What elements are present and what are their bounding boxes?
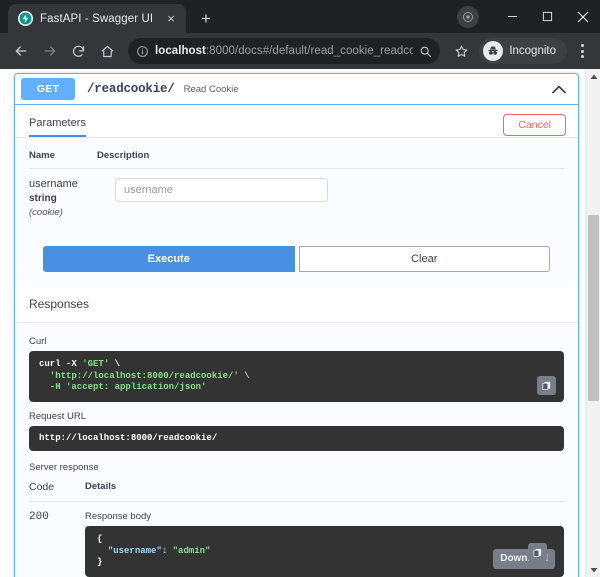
maximize-icon[interactable] — [530, 0, 565, 33]
scrollbar-thumb[interactable] — [588, 215, 599, 401]
window-close-icon[interactable] — [565, 0, 600, 33]
parameters-section: Name Description username string (cookie… — [15, 138, 578, 286]
parameters-table-header: Name Description — [29, 150, 564, 168]
responses-heading: Responses — [15, 286, 578, 323]
page-scrollbar[interactable] — [585, 69, 600, 577]
response-row: 200 Response body { "username": "admin" … — [29, 502, 564, 577]
request-url-label: Request URL — [29, 411, 564, 426]
curl-line3: -H 'accept: application/json' — [39, 382, 206, 392]
response-details: Response body { "username": "admin" } Do… — [85, 511, 564, 577]
swagger-operation-block: GET /readcookie/ Read Cookie Parameters … — [14, 73, 579, 577]
url-path: :8000/docs#/default/read_cookie_readcook… — [206, 45, 413, 57]
navigation-toolbar: localhost:8000/docs#/default/read_cookie… — [0, 33, 600, 69]
incognito-label: Incognito — [509, 45, 556, 57]
column-header-code: Code — [29, 481, 85, 493]
info-circle-icon[interactable] — [136, 45, 149, 58]
operation-summary-text: Read Cookie — [184, 84, 239, 95]
curl-line1-method: 'GET' — [82, 359, 109, 369]
action-buttons-row: Execute Clear — [29, 220, 564, 286]
three-dot-menu-icon[interactable] — [571, 37, 593, 65]
profile-avatar[interactable] — [457, 6, 479, 28]
tab-title: FastAPI - Swagger UI — [40, 13, 156, 25]
address-bar[interactable]: localhost:8000/docs#/default/read_cookie… — [128, 38, 440, 64]
incognito-icon — [483, 41, 503, 61]
tab-parameters[interactable]: Parameters — [29, 117, 86, 137]
curl-line2: 'http://localhost:8000/readcookie/' \ — [39, 371, 250, 381]
cancel-button[interactable]: Cancel — [503, 114, 566, 136]
parameter-location: (cookie) — [29, 206, 97, 220]
request-url-block: http://localhost:8000/readcookie/ — [29, 426, 564, 452]
chevron-up-icon[interactable] — [552, 85, 568, 94]
scroll-up-arrow-icon[interactable] — [586, 69, 600, 84]
column-header-description: Description — [97, 150, 564, 161]
curl-code-block: curl -X 'GET' \ 'http://localhost:8000/r… — [29, 351, 564, 402]
copy-clipboard-icon[interactable] — [537, 376, 556, 395]
browser-window: FastAPI - Swagger UI × + — [0, 0, 600, 577]
response-body-actions: Download — [493, 549, 555, 569]
incognito-indicator[interactable]: Incognito — [479, 38, 567, 64]
address-bar-url[interactable]: localhost:8000/docs#/default/read_cookie… — [155, 45, 413, 57]
forward-arrow-icon[interactable] — [36, 38, 63, 65]
parameters-tab-row: Parameters Cancel — [15, 105, 578, 138]
page-viewport: GET /readcookie/ Read Cookie Parameters … — [0, 69, 600, 577]
browser-tab[interactable]: FastAPI - Swagger UI × — [8, 4, 186, 33]
json-open-brace: { — [97, 534, 102, 544]
tab-strip: FastAPI - Swagger UI × + — [0, 0, 600, 33]
response-status-code: 200 — [29, 511, 85, 577]
json-close-brace: } — [97, 557, 102, 567]
swagger-ui-page: GET /readcookie/ Read Cookie Parameters … — [0, 69, 585, 577]
responses-section: Curl curl -X 'GET' \ 'http://localhost:8… — [15, 323, 578, 577]
http-method-badge: GET — [21, 78, 75, 100]
parameter-input-wrap — [97, 177, 564, 220]
json-key: "username" — [108, 546, 162, 556]
bookmark-star-icon[interactable] — [449, 39, 473, 63]
curl-line1-tail: \ — [109, 359, 120, 369]
parameter-name: username — [29, 177, 97, 191]
operation-path: /readcookie/ — [87, 82, 175, 96]
minimize-icon[interactable] — [495, 0, 530, 33]
back-arrow-icon[interactable] — [7, 38, 34, 65]
response-body-block: { "username": "admin" } Download — [85, 526, 564, 577]
home-icon[interactable] — [94, 38, 121, 65]
parameter-meta: username string (cookie) — [29, 177, 97, 220]
curl-line1-cmd: curl -X — [39, 359, 82, 369]
response-body-label: Response body — [85, 511, 564, 526]
window-controls — [457, 0, 600, 33]
execute-button[interactable]: Execute — [43, 246, 295, 272]
url-host: localhost — [155, 45, 206, 57]
json-sep: : — [162, 546, 173, 556]
close-icon[interactable]: × — [163, 11, 179, 27]
response-table-header: Code Details — [29, 481, 564, 501]
new-tab-button[interactable]: + — [193, 5, 219, 31]
operation-summary[interactable]: GET /readcookie/ Read Cookie — [15, 74, 578, 105]
column-header-details: Details — [85, 481, 564, 493]
fastapi-icon — [18, 11, 33, 26]
copy-clipboard-icon[interactable] — [528, 543, 547, 562]
server-response-label: Server response — [29, 460, 564, 481]
username-input[interactable] — [115, 178, 328, 202]
scroll-down-arrow-icon[interactable] — [586, 562, 600, 577]
operation-body: Parameters Cancel Name Description usern… — [15, 105, 578, 577]
json-value: "admin" — [173, 546, 211, 556]
parameter-row: username string (cookie) — [29, 169, 564, 220]
parameter-type: string — [29, 191, 97, 206]
clear-button[interactable]: Clear — [299, 246, 551, 272]
search-icon[interactable] — [419, 45, 434, 58]
column-header-name: Name — [29, 150, 97, 161]
curl-label: Curl — [29, 336, 564, 351]
reload-icon[interactable] — [65, 38, 92, 65]
